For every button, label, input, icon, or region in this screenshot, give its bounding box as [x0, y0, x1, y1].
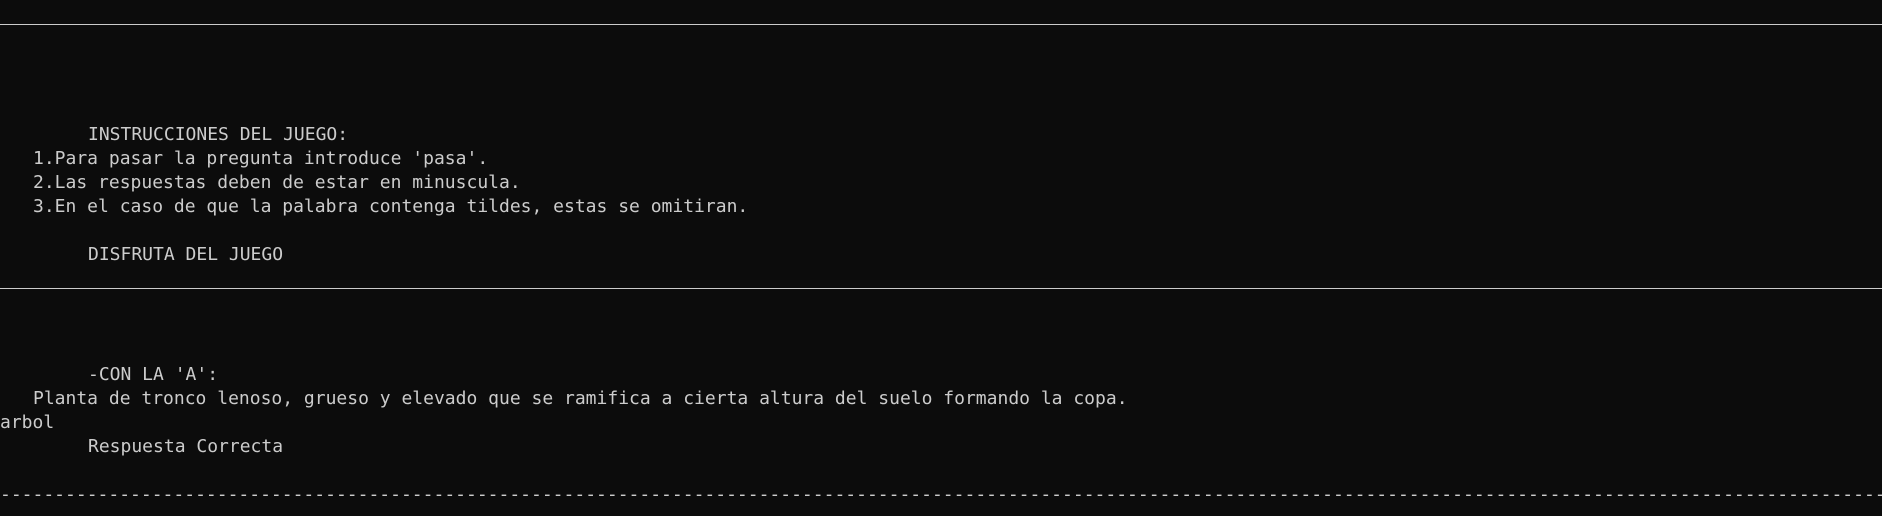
enjoy-game-message: DISFRUTA DEL JUEGO: [88, 244, 284, 265]
middle-horizontal-rule: [0, 288, 1882, 289]
answer-result: Respuesta Correcta: [88, 436, 284, 457]
console-window[interactable]: INSTRUCCIONES DEL JUEGO: 1.Para pasar la…: [0, 0, 1882, 516]
instruction-item-1: 1.Para pasar la pregunta introduce 'pasa…: [33, 148, 489, 169]
instruction-item-2: 2.Las respuestas deben de estar en minus…: [33, 172, 521, 193]
user-answer-input[interactable]: arbol: [0, 411, 1882, 435]
instruction-item-3: 3.En el caso de que la palabra contenga …: [33, 196, 749, 217]
top-horizontal-rule: [0, 24, 1882, 25]
question-letter-label: -CON LA 'A':: [88, 364, 219, 385]
dashed-separator: ----------------------------------------…: [0, 484, 1882, 505]
instructions-heading: INSTRUCCIONES DEL JUEGO:: [88, 124, 349, 145]
question-definition: Planta de tronco lenoso, grueso y elevad…: [33, 388, 1128, 409]
